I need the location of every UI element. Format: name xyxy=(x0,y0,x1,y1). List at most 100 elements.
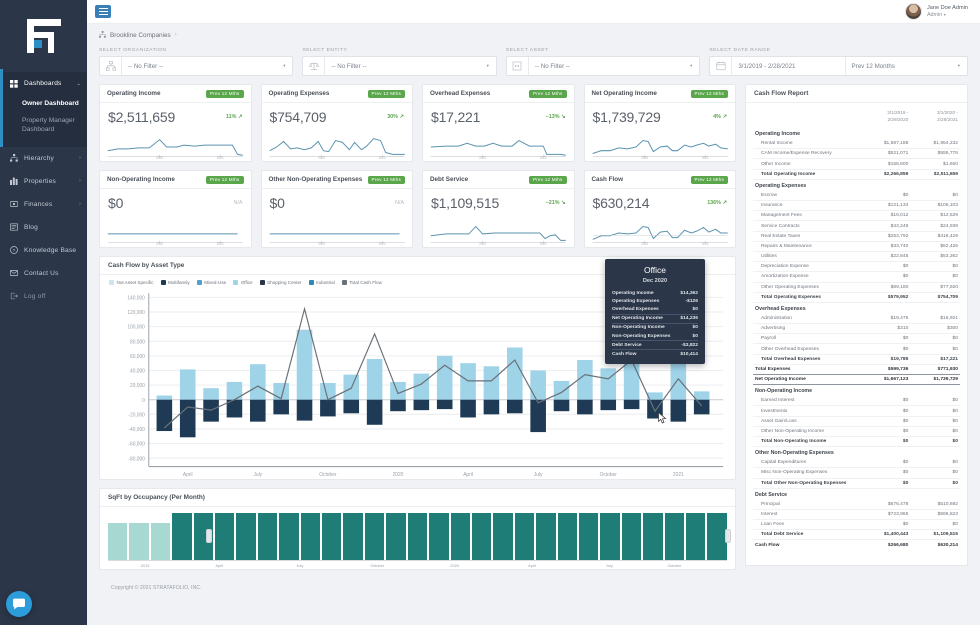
occupancy-bar[interactable] xyxy=(536,513,556,560)
row-label: Cash Flow xyxy=(753,539,861,550)
tooltip-row-value: $10,414 xyxy=(680,351,698,357)
legend-item[interactable]: Mixed-Use xyxy=(196,280,226,285)
occupancy-bar[interactable] xyxy=(493,513,513,560)
occupancy-bar[interactable] xyxy=(236,513,256,560)
cash-flow-plot[interactable]: 140,000 120,000 100,000 80,000 60,000 40… xyxy=(100,259,735,479)
occupancy-bar[interactable] xyxy=(257,513,278,560)
row-label: Overhead Expenses xyxy=(755,305,806,312)
occupancy-bar[interactable] xyxy=(429,513,449,560)
legend-item[interactable]: Office xyxy=(233,280,253,285)
sidebar-item-hierarchy[interactable]: Hierarchy › xyxy=(0,147,87,170)
legend-item[interactable]: Not Asset Specific xyxy=(109,280,154,285)
row-value-col-2: $0 xyxy=(910,467,960,479)
occupancy-bar[interactable] xyxy=(450,513,470,560)
svg-text:October: October xyxy=(319,472,337,477)
kpi-row-2: Non-Operating Income Prev 12 Mths $0 N/A xyxy=(99,170,736,248)
occupancy-bar[interactable] xyxy=(343,513,363,560)
legend-item[interactable]: Total Cash Flow xyxy=(341,280,382,285)
occupancy-bars xyxy=(108,513,727,560)
date-range-select[interactable]: 3/1/2019 - 2/28/2021 Prev 12 Months ▾ xyxy=(709,56,968,76)
app-logo[interactable] xyxy=(0,0,87,72)
occupancy-bar[interactable] xyxy=(215,513,235,560)
sidebar-item-blog[interactable]: Blog xyxy=(0,216,87,239)
legend-item[interactable]: Industrial xyxy=(308,280,335,285)
kpi-sparkline: 2020 2021 xyxy=(262,221,413,247)
occupancy-bar[interactable] xyxy=(300,513,321,560)
kpi-period-badge: Prev 12 Mths xyxy=(529,89,567,98)
occupancy-bar[interactable] xyxy=(364,513,385,560)
organization-select[interactable]: -- No Filter -- ▾ xyxy=(99,56,294,76)
occupancy-bar[interactable] xyxy=(172,513,192,560)
occupancy-bar[interactable] xyxy=(108,523,128,560)
row-value-col-1: $1,400,443 xyxy=(860,529,911,541)
entity-select[interactable]: -- No Filter -- ▾ xyxy=(302,56,497,76)
user-name: Jane Doe Admin xyxy=(926,4,968,11)
occupancy-bar[interactable] xyxy=(557,513,577,560)
kpi-value: $17,221 xyxy=(431,109,481,125)
occupancy-bar[interactable] xyxy=(600,513,620,560)
occupancy-bar[interactable] xyxy=(707,513,727,560)
range-handle-right[interactable] xyxy=(725,529,731,543)
occupancy-bar[interactable] xyxy=(643,513,663,560)
occupancy-bar[interactable] xyxy=(578,513,599,560)
svg-text:2020: 2020 xyxy=(156,156,163,159)
occupancy-bar[interactable] xyxy=(129,523,149,560)
svg-text:0: 0 xyxy=(142,398,145,404)
occupancy-bar[interactable] xyxy=(407,513,428,560)
occupancy-bar[interactable] xyxy=(664,513,684,560)
axis-tick: April xyxy=(528,563,536,568)
row-label: Operating Income xyxy=(755,131,801,138)
report-body[interactable]: 3/1/2019 -2/29/2020 3/1/2020 -2/28/2021 … xyxy=(746,103,967,565)
row-value-col-2: $0 xyxy=(910,416,960,427)
svg-text:2021: 2021 xyxy=(217,242,224,245)
occupancy-bar[interactable] xyxy=(685,513,706,560)
asset-select[interactable]: -- No Filter -- ▾ xyxy=(505,56,701,76)
occupancy-bar[interactable] xyxy=(514,513,535,560)
menu-toggle-button[interactable] xyxy=(95,5,111,18)
table-row: Loan Fees $0 $0 xyxy=(753,519,960,531)
svg-text:40,000: 40,000 xyxy=(130,368,145,374)
occupancy-bar[interactable] xyxy=(279,513,299,560)
row-value-col-2: $17,221 xyxy=(910,353,960,365)
sidebar-item-properties[interactable]: Properties › xyxy=(0,170,87,193)
legend-item[interactable]: Shopping Center xyxy=(259,280,302,285)
occupancy-bar[interactable] xyxy=(386,513,406,560)
table-header-row: 3/1/2019 -2/29/2020 3/1/2020 -2/28/2021 xyxy=(753,107,960,128)
table-row: Administration $19,475 $16,921 xyxy=(753,313,960,325)
stratafolio-logo-icon xyxy=(26,19,61,53)
sidebar-nav: Dashboards ⌄ Owner Dashboard Property Ma… xyxy=(0,69,87,308)
legend-swatch xyxy=(341,280,347,285)
sidebar-item-dashboards[interactable]: Dashboards ⌄ xyxy=(0,72,87,95)
occupancy-axis: 2019 April July October 2020 April July … xyxy=(108,560,727,570)
table-row: Total Operating Income $2,266,859 $2,511,6… xyxy=(753,168,960,180)
occupancy-bar[interactable] xyxy=(471,513,492,560)
user-menu[interactable]: Jane Doe Admin Admin ▾ xyxy=(904,3,972,20)
legend-swatch xyxy=(308,280,314,285)
svg-text:?: ? xyxy=(12,248,15,253)
row-label: Other Income xyxy=(753,158,861,170)
table-row: Other Overhead Expenses $0 $0 xyxy=(753,343,960,355)
sidebar-item-log-off[interactable]: Log off xyxy=(0,285,87,308)
kpi-header: Debt Service Prev 12 Mths xyxy=(423,171,574,189)
occupancy-bar[interactable] xyxy=(322,513,342,560)
row-value-col-2: $555,776 xyxy=(910,148,960,160)
main-area: Jane Doe Admin Admin ▾ Brookline Compani… xyxy=(87,0,980,625)
row-label: Total Non-Operating Income xyxy=(753,435,861,448)
organization-value: -- No Filter -- xyxy=(128,62,164,70)
chat-widget-button[interactable] xyxy=(6,591,32,617)
sidebar-item-property-manager-dashboard[interactable]: Property Manager Dashboard xyxy=(0,113,87,139)
occupancy-bar[interactable] xyxy=(150,523,171,560)
sidebar-item-contact-us[interactable]: Contact Us xyxy=(0,262,87,285)
sidebar-item-owner-dashboard[interactable]: Owner Dashboard xyxy=(0,96,87,113)
range-handle-left[interactable] xyxy=(206,529,212,543)
svg-text:July: July xyxy=(534,472,543,477)
sidebar-item-knowledge-base[interactable]: ? Knowledge Base xyxy=(0,239,87,262)
sidebar-item-finances[interactable]: Finances › xyxy=(0,193,87,216)
occupancy-plot[interactable]: 2019 April July October 2020 April July … xyxy=(100,507,735,569)
breadcrumb-separator: › xyxy=(174,32,177,38)
breadcrumb-root[interactable]: Brookline Companies xyxy=(110,32,171,39)
logout-icon xyxy=(9,292,18,301)
legend-item[interactable]: Multifamily xyxy=(160,280,190,285)
occupancy-bar[interactable] xyxy=(621,513,642,560)
tooltip-period: Dec 2020 xyxy=(642,278,668,284)
